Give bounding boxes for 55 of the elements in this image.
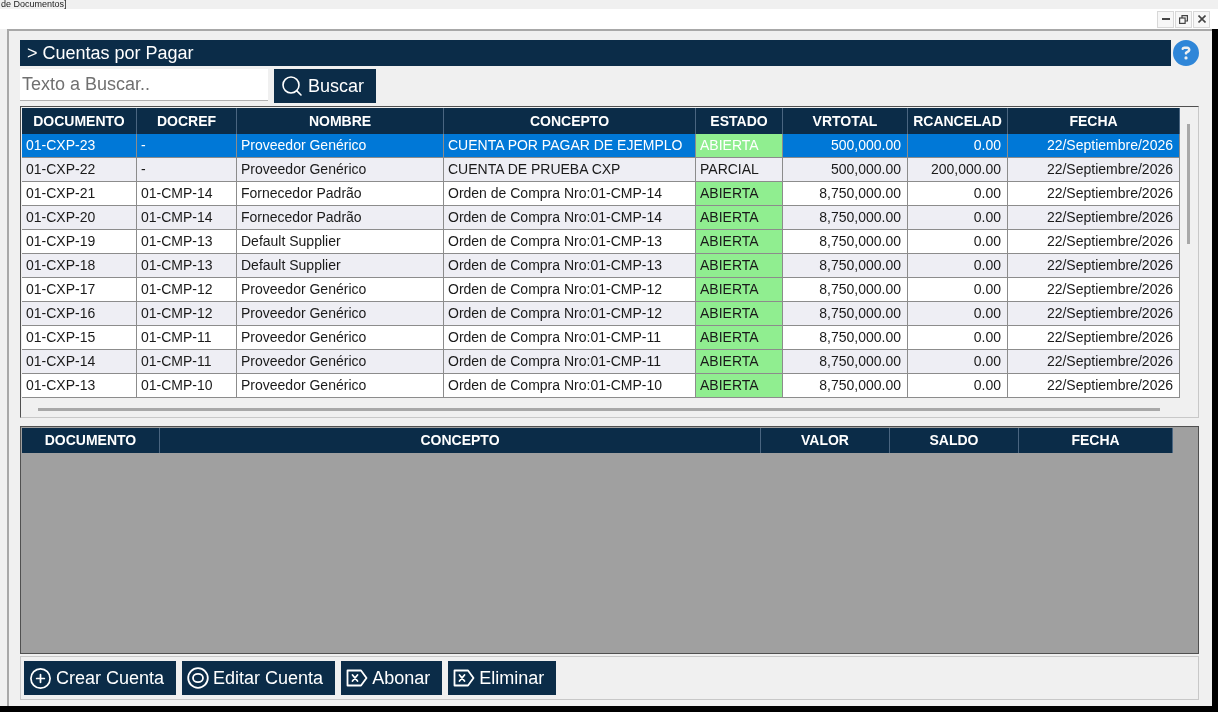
- page-title: > Cuentas por Pagar: [27, 43, 194, 63]
- search-button[interactable]: Buscar: [274, 69, 376, 103]
- table-row[interactable]: 01-CXP-13 01-CMP-10 Proveedor Genérico Orden de Compra Nro:01-CMP-10 ABIERTA 8,750,000.00 0.00 22/Septiembre/2026: [22, 374, 1180, 398]
- status-cell: ABIERTA: [696, 230, 783, 254]
- action-button[interactable]: Crear Cuenta: [24, 661, 177, 695]
- column-header[interactable]: VALOR: [761, 428, 890, 453]
- help-icon[interactable]: [1173, 40, 1199, 66]
- restore-button[interactable]: [1175, 10, 1192, 28]
- table-row[interactable]: 01-CXP-21 01-CMP-14 Fornecedor Padrão Orden de Compra Nro:01-CMP-14 ABIERTA 8,750,000.00 0.00 22/Septiembre/2026: [22, 182, 1180, 206]
- minimize-icon: [1161, 18, 1170, 20]
- window-title: de Documentos]: [0, 0, 67, 9]
- table-row[interactable]: 01-CXP-16 01-CMP-12 Proveedor Genérico Orden de Compra Nro:01-CMP-12 ABIERTA 8,750,000.00 0.00 22/Septiembre/2026: [22, 302, 1180, 326]
- plus-circle-icon: [29, 666, 52, 690]
- table-cell: 8,750,000.00: [783, 374, 908, 398]
- status-cell: ABIERTA: [696, 254, 783, 278]
- column-header[interactable]: CONCEPTO: [160, 428, 761, 453]
- table-cell: Orden de Compra Nro:01-CMP-10: [444, 374, 696, 398]
- status-cell: ABIERTA: [696, 206, 783, 230]
- column-header[interactable]: DOCUMENTO: [22, 428, 160, 453]
- table-cell: 22/Septiembre/2026: [1008, 374, 1180, 398]
- table-row[interactable]: 01-CXP-17 01-CMP-12 Proveedor Genérico Orden de Compra Nro:01-CMP-12 ABIERTA 8,750,000.00 0.00 22/Septiembre/2026: [22, 278, 1180, 302]
- action-button[interactable]: Editar Cuenta: [182, 661, 336, 695]
- status-cell: ABIERTA: [696, 302, 783, 326]
- restore-icon: [1179, 14, 1188, 24]
- vertical-scrollbar[interactable]: [1187, 124, 1190, 244]
- close-button[interactable]: [1193, 10, 1210, 28]
- column-header[interactable]: FECHA: [1019, 428, 1173, 453]
- horizontal-scrollbar[interactable]: [38, 408, 1160, 411]
- table-row[interactable]: 01-CXP-18 01-CMP-13 Default Supplier Orden de Compra Nro:01-CMP-13 ABIERTA 8,750,000.00 0.00 22/Septiembre/2026: [22, 254, 1180, 278]
- status-cell: ABIERTA: [696, 326, 783, 350]
- table-row[interactable]: 01-CXP-14 01-CMP-11 Proveedor Genérico Orden de Compra Nro:01-CMP-11 ABIERTA 8,750,000.00 0.00 22/Septiembre/2026: [22, 350, 1180, 374]
- table-row[interactable]: 01-CXP-15 01-CMP-11 Proveedor Genérico Orden de Compra Nro:01-CMP-11 ABIERTA 8,750,000.00 0.00 22/Septiembre/2026: [22, 326, 1180, 350]
- x-tag-icon: [453, 667, 476, 689]
- table-cell: 0.00: [908, 374, 1008, 398]
- table-row[interactable]: 01-CXP-23 - Proveedor Genérico CUENTA POR PAGAR DE EJEMPLO ABIERTA 500,000.00 0.00 22/Septiembre/2026: [22, 134, 1180, 158]
- minimize-button[interactable]: [1157, 10, 1174, 28]
- table-row[interactable]: 01-CXP-20 01-CMP-14 Fornecedor Padrão Orden de Compra Nro:01-CMP-14 ABIERTA 8,750,000.00 0.00 22/Septiembre/2026: [22, 206, 1180, 230]
- table-cell: Proveedor Genérico: [237, 374, 444, 398]
- table-row[interactable]: 01-CXP-19 01-CMP-13 Default Supplier Orden de Compra Nro:01-CMP-13 ABIERTA 8,750,000.00 0.00 22/Septiembre/2026: [22, 230, 1180, 254]
- column-header[interactable]: SALDO: [890, 428, 1019, 453]
- table-row[interactable]: 01-CXP-22 - Proveedor Genérico CUENTA DE PRUEBA CXP PARCIAL 500,000.00 200,000.00 22/Septiembre/2026: [22, 158, 1180, 182]
- status-cell: ABIERTA: [696, 182, 783, 206]
- status-cell: ABIERTA: [696, 278, 783, 302]
- close-icon: [1197, 15, 1206, 23]
- ring-icon: [187, 667, 210, 689]
- status-cell: ABIERTA: [696, 374, 783, 398]
- table-cell: 01-CMP-10: [137, 374, 237, 398]
- status-cell: ABIERTA: [696, 134, 783, 158]
- x-tag-icon: [346, 667, 369, 689]
- action-button[interactable]: Abonar: [341, 661, 443, 695]
- action-button[interactable]: Eliminar: [448, 661, 557, 695]
- table-cell: 01-CXP-13: [22, 374, 137, 398]
- search-field[interactable]: Texto a Buscar..: [20, 69, 268, 101]
- search-icon: [280, 74, 304, 98]
- status-cell: ABIERTA: [696, 350, 783, 374]
